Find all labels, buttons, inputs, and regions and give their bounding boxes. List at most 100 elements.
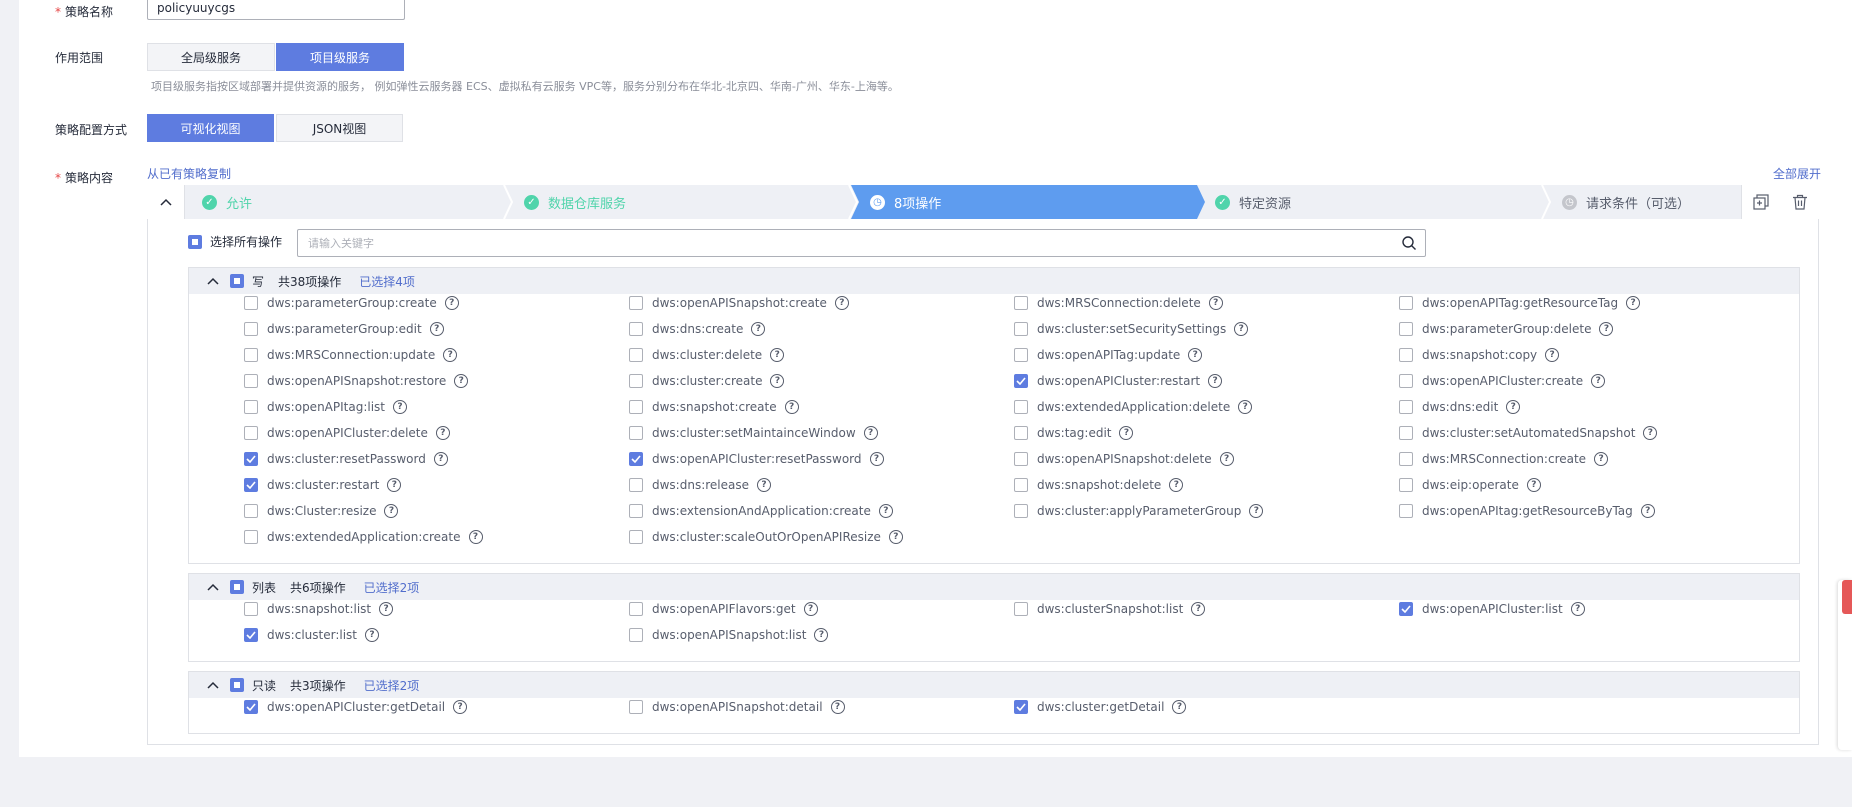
action-item[interactable]: dws:openAPICluster:list? (1399, 602, 1585, 616)
help-icon[interactable]: ? (1208, 296, 1223, 310)
help-icon[interactable]: ? (770, 348, 785, 362)
action-checkbox[interactable] (1399, 374, 1413, 388)
visual-view-button[interactable]: 可视化视图 (147, 114, 274, 142)
action-checkbox[interactable] (244, 628, 258, 642)
action-checkbox[interactable] (629, 478, 643, 492)
floating-toolbar[interactable] (1838, 580, 1852, 750)
action-checkbox[interactable] (1399, 400, 1413, 414)
help-icon[interactable]: ? (1119, 426, 1134, 440)
help-icon[interactable]: ? (863, 426, 878, 440)
action-item[interactable]: dws:openAPISnapshot:create? (629, 296, 849, 310)
action-item[interactable]: dws:dns:edit? (1399, 400, 1521, 414)
action-item[interactable]: dws:openAPISnapshot:delete? (1014, 452, 1234, 466)
action-checkbox[interactable] (1399, 504, 1413, 518)
action-item[interactable]: dws:openAPISnapshot:restore? (244, 374, 469, 388)
help-icon[interactable]: ? (444, 296, 459, 310)
action-item[interactable]: dws:clusterSnapshot:list? (1014, 602, 1206, 616)
help-icon[interactable]: ? (869, 452, 884, 466)
action-checkbox[interactable] (629, 700, 643, 714)
action-checkbox[interactable] (629, 322, 643, 336)
help-icon[interactable]: ? (1506, 400, 1521, 414)
action-item[interactable]: dws:openAPICluster:delete? (244, 426, 450, 440)
group-selected-link[interactable]: 已选择2项 (364, 579, 420, 596)
action-checkbox[interactable] (629, 602, 643, 616)
action-item[interactable]: dws:cluster:setAutomatedSnapshot? (1399, 426, 1658, 440)
action-item[interactable]: dws:eip:operate? (1399, 478, 1541, 492)
group-selected-link[interactable]: 已选择2项 (364, 677, 420, 694)
help-icon[interactable]: ? (379, 602, 394, 616)
help-icon[interactable]: ? (757, 478, 772, 492)
action-checkbox[interactable] (629, 504, 643, 518)
action-checkbox[interactable] (1014, 296, 1028, 310)
action-item[interactable]: dws:openAPICluster:create? (1399, 374, 1606, 388)
action-item[interactable]: dws:dns:release? (629, 478, 772, 492)
action-checkbox[interactable] (1399, 452, 1413, 466)
help-icon[interactable]: ? (468, 530, 483, 544)
action-checkbox[interactable] (629, 348, 643, 362)
action-checkbox[interactable] (1014, 478, 1028, 492)
help-icon[interactable]: ? (1249, 504, 1264, 518)
action-item[interactable]: dws:snapshot:delete? (1014, 478, 1184, 492)
select-all-actions[interactable]: 选择所有操作 (188, 233, 282, 250)
group-select-checkbox[interactable] (230, 274, 244, 288)
action-checkbox[interactable] (244, 530, 258, 544)
action-item[interactable]: dws:cluster:setMaintainceWindow? (629, 426, 878, 440)
group-select-checkbox[interactable] (230, 580, 244, 594)
action-checkbox[interactable] (1014, 452, 1028, 466)
trash-icon[interactable] (1792, 194, 1808, 210)
action-item[interactable]: dws:cluster:setSecuritySettings? (1014, 322, 1249, 336)
action-item[interactable]: dws:parameterGroup:create? (244, 296, 459, 310)
action-checkbox[interactable] (244, 374, 258, 388)
help-icon[interactable]: ? (1234, 322, 1249, 336)
step-effect[interactable]: ✓ 允许 (202, 185, 252, 219)
action-item[interactable]: dws:cluster:list? (244, 628, 379, 642)
help-icon[interactable]: ? (1626, 296, 1641, 310)
action-item[interactable]: dws:extendedApplication:delete? (1014, 400, 1253, 414)
action-checkbox[interactable] (629, 400, 643, 414)
help-icon[interactable]: ? (830, 700, 845, 714)
help-icon[interactable]: ? (433, 452, 448, 466)
action-checkbox[interactable] (629, 374, 643, 388)
action-item[interactable]: dws:MRSConnection:update? (244, 348, 458, 362)
help-icon[interactable]: ? (435, 426, 450, 440)
action-item[interactable]: dws:parameterGroup:edit? (244, 322, 444, 336)
action-checkbox[interactable] (1399, 348, 1413, 362)
action-item[interactable]: dws:parameterGroup:delete? (1399, 322, 1614, 336)
action-item[interactable]: dws:MRSConnection:delete? (1014, 296, 1223, 310)
help-icon[interactable]: ? (365, 628, 379, 642)
action-checkbox[interactable] (629, 530, 643, 544)
action-checkbox[interactable] (244, 322, 258, 336)
action-checkbox[interactable] (1014, 322, 1028, 336)
action-item[interactable]: dws:openAPICluster:restart? (1014, 374, 1223, 388)
step-service[interactable]: ✓ 数据仓库服务 (524, 185, 626, 219)
group-select-checkbox[interactable] (230, 678, 244, 692)
action-checkbox[interactable] (244, 700, 258, 714)
help-icon[interactable]: ? (1570, 602, 1585, 616)
help-icon[interactable]: ? (1599, 322, 1614, 336)
action-item[interactable]: dws:Cluster:resize? (244, 504, 399, 518)
action-checkbox[interactable] (1399, 296, 1413, 310)
help-icon[interactable]: ? (878, 504, 893, 518)
action-checkbox[interactable] (1014, 700, 1028, 714)
action-checkbox[interactable] (244, 504, 258, 518)
help-icon[interactable]: ? (1594, 452, 1609, 466)
action-item[interactable]: dws:openAPITag:update? (1014, 348, 1203, 362)
action-checkbox[interactable] (1399, 322, 1413, 336)
help-icon[interactable]: ? (888, 530, 903, 544)
help-icon[interactable]: ? (454, 374, 469, 388)
help-icon[interactable]: ? (834, 296, 849, 310)
action-checkbox[interactable] (244, 296, 258, 310)
action-item[interactable]: dws:tag:edit? (1014, 426, 1134, 440)
chevron-up-icon[interactable] (198, 681, 228, 689)
action-item[interactable]: dws:openAPITag:getResourceTag? (1399, 296, 1641, 310)
action-checkbox[interactable] (1014, 374, 1028, 388)
action-checkbox[interactable] (1399, 426, 1413, 440)
help-icon[interactable]: ? (1208, 374, 1223, 388)
help-icon[interactable]: ? (1169, 478, 1184, 492)
action-item[interactable]: dws:cluster:delete? (629, 348, 785, 362)
help-icon[interactable]: ? (387, 478, 402, 492)
step-resources[interactable]: ✓ 特定资源 (1215, 185, 1291, 219)
action-item[interactable]: dws:snapshot:copy? (1399, 348, 1560, 362)
action-checkbox[interactable] (1014, 400, 1028, 414)
action-item[interactable]: dws:cluster:resetPassword? (244, 452, 448, 466)
